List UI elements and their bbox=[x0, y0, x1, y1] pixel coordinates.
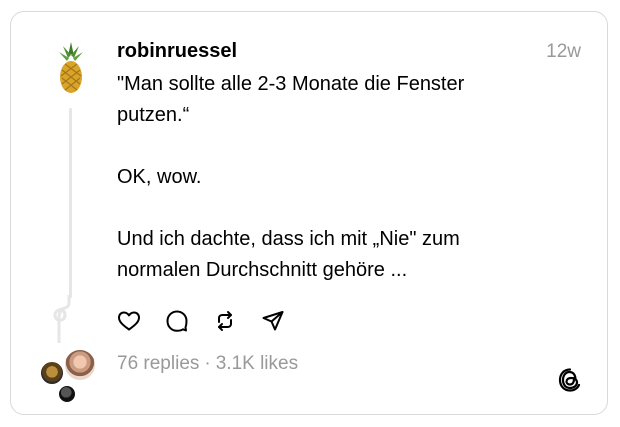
like-button[interactable] bbox=[115, 307, 143, 335]
replies-count[interactable]: 76 replies bbox=[117, 353, 199, 374]
post-text-line: putzen.“ bbox=[117, 104, 190, 126]
likes-count[interactable]: 3.1K likes bbox=[216, 353, 298, 374]
post-text-blank-line bbox=[117, 131, 557, 162]
post-text-blank-line bbox=[117, 193, 557, 224]
post-text-line: normalen Durchschnitt gehöre ... bbox=[117, 259, 408, 281]
repost-button[interactable] bbox=[211, 307, 239, 335]
thread-line bbox=[69, 108, 72, 298]
stats-separator: · bbox=[204, 353, 211, 374]
share-icon bbox=[262, 311, 284, 331]
repost-icon bbox=[218, 311, 232, 331]
post-text: "Man sollte alle 2-3 Monate die Fenster … bbox=[117, 69, 557, 286]
replier-avatar bbox=[63, 348, 97, 382]
post-stats[interactable]: 76 replies · 3.1K likes bbox=[117, 352, 298, 376]
threads-logo-icon[interactable] bbox=[557, 366, 583, 394]
action-bar bbox=[115, 306, 307, 336]
post-text-line: OK, wow. bbox=[117, 166, 202, 188]
post-card: robinruessel 12w "Man sollte alle 2-3 Mo… bbox=[10, 11, 608, 415]
pineapple-icon bbox=[59, 42, 83, 93]
replier-avatars[interactable] bbox=[39, 348, 103, 404]
post-text-line: Und ich dachte, dass ich mit „Nie" zum bbox=[117, 228, 460, 250]
author-avatar[interactable] bbox=[53, 40, 89, 96]
heart-icon bbox=[118, 311, 140, 331]
thread-loop-icon bbox=[49, 293, 81, 345]
author-username[interactable]: robinruessel bbox=[117, 39, 237, 63]
share-button[interactable] bbox=[259, 307, 287, 335]
post-timestamp[interactable]: 12w bbox=[546, 40, 581, 64]
replier-avatar bbox=[57, 384, 77, 404]
post-text-line: "Man sollte alle 2-3 Monate die Fenster bbox=[117, 73, 465, 95]
replier-avatar bbox=[39, 360, 65, 386]
reply-button[interactable] bbox=[163, 307, 191, 335]
comment-icon bbox=[166, 310, 188, 332]
